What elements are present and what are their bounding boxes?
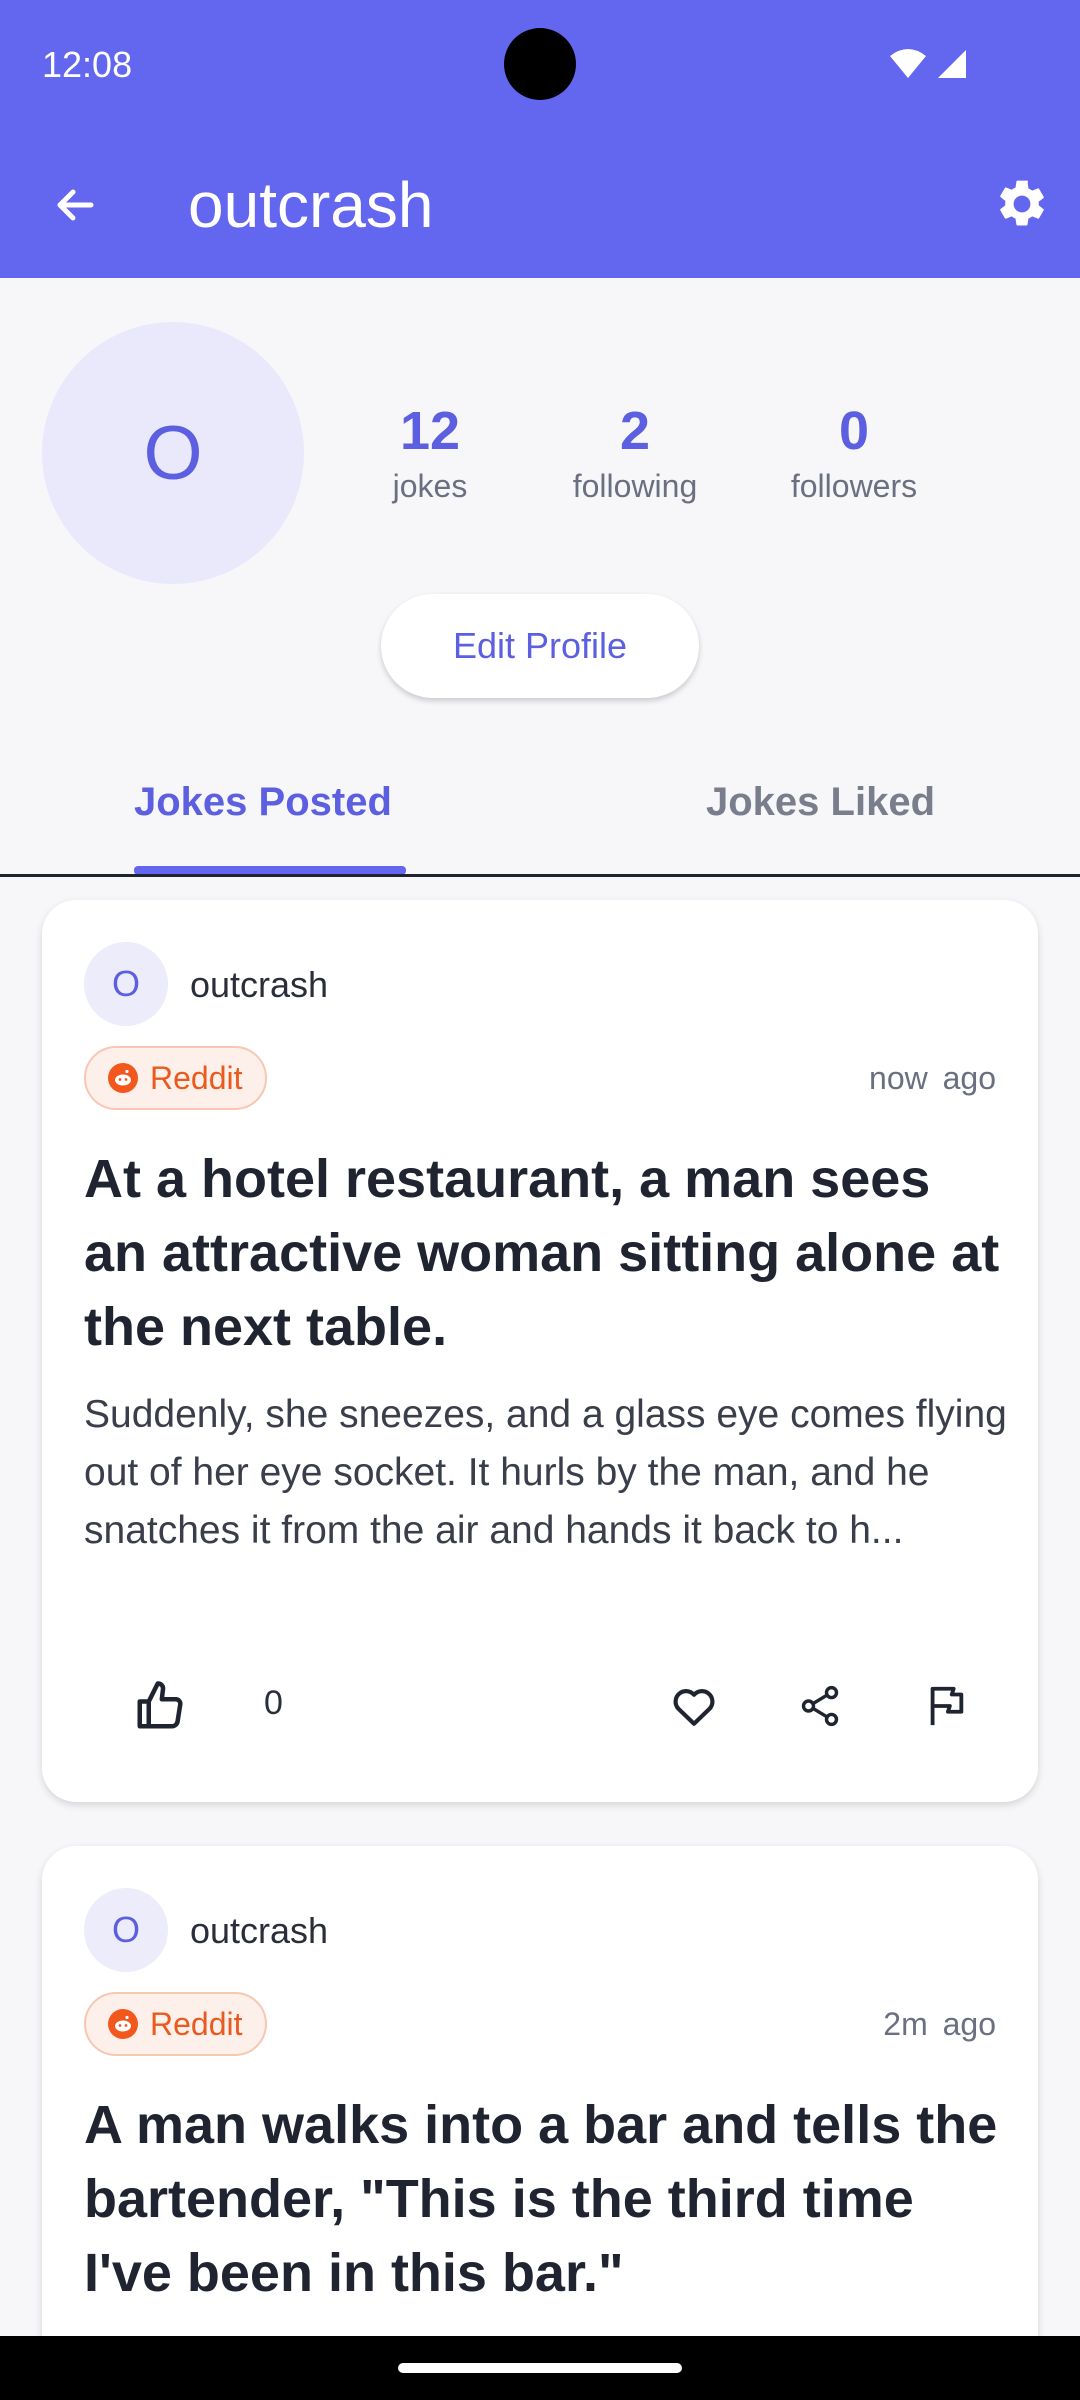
- stat-value: 12: [399, 401, 461, 461]
- stat-label: jokes: [392, 468, 468, 504]
- stat-value: 2: [619, 401, 651, 461]
- back-button[interactable]: [40, 170, 110, 240]
- stat-value: 0: [838, 401, 870, 461]
- stat-following[interactable]: 2 following: [535, 396, 735, 505]
- author-avatar[interactable]: O: [84, 942, 168, 1026]
- status-time: 12:08: [42, 44, 133, 85]
- joke-card[interactable]: O outcrash Reddit 2m ago A man walks int…: [42, 1846, 1038, 2400]
- stat-followers[interactable]: 0 followers: [754, 396, 954, 505]
- stat-label: followers: [790, 468, 918, 504]
- timestamp: now ago: [869, 1060, 996, 1096]
- gear-icon: [1000, 180, 1044, 226]
- heart-icon: [673, 1689, 715, 1726]
- source-label: Reddit: [150, 2005, 243, 2042]
- wifi-icon: [890, 49, 926, 78]
- tab-jokes-posted[interactable]: Jokes Posted: [134, 780, 392, 825]
- stat-jokes[interactable]: 12 jokes: [330, 396, 530, 505]
- source-badge: Reddit: [84, 1992, 267, 2056]
- settings-button[interactable]: [990, 172, 1054, 236]
- joke-card[interactable]: O outcrash Reddit now ago At a hotel res…: [42, 900, 1038, 1802]
- profile-avatar: O: [42, 322, 304, 584]
- joke-title: At a hotel restaurant, a man sees an att…: [84, 1149, 1000, 1357]
- reddit-icon: [108, 2009, 138, 2039]
- thumbs-up-icon: [137, 1681, 183, 1729]
- author-name[interactable]: outcrash: [190, 1910, 328, 1952]
- joke-body: Suddenly, she sneezes, and a glass eye c…: [84, 1393, 1007, 1552]
- status-icons: [888, 48, 968, 80]
- author-name[interactable]: outcrash: [190, 964, 328, 1006]
- home-handle[interactable]: [398, 2363, 682, 2373]
- source-label: Reddit: [150, 1059, 243, 1096]
- tab-divider: [0, 874, 1080, 877]
- like-count: 0: [264, 1684, 283, 1722]
- signal-icon: [938, 50, 966, 78]
- author-avatar[interactable]: O: [84, 1888, 168, 1972]
- source-badge: Reddit: [84, 1046, 267, 1110]
- arrow-left-icon: [57, 189, 94, 221]
- page-title: outcrash: [188, 169, 434, 241]
- share-button[interactable]: [780, 1666, 860, 1746]
- joke-actions: 0: [84, 1666, 996, 1746]
- favorite-button[interactable]: [654, 1666, 734, 1746]
- flag-icon: [930, 1686, 964, 1726]
- timestamp: 2m ago: [883, 2006, 996, 2042]
- share-icon: [801, 1685, 839, 1727]
- edit-profile-button[interactable]: Edit Profile: [381, 594, 699, 698]
- reddit-icon: [108, 1063, 138, 1093]
- stat-label: following: [572, 468, 698, 504]
- camera-cutout: [504, 28, 576, 100]
- app-bar: 12:08 outcrash: [0, 0, 1080, 278]
- joke-title: A man walks into a bar and tells the bar…: [84, 2095, 998, 2303]
- report-button[interactable]: [906, 1666, 986, 1746]
- tab-jokes-liked[interactable]: Jokes Liked: [706, 780, 935, 825]
- like-button[interactable]: [120, 1666, 200, 1746]
